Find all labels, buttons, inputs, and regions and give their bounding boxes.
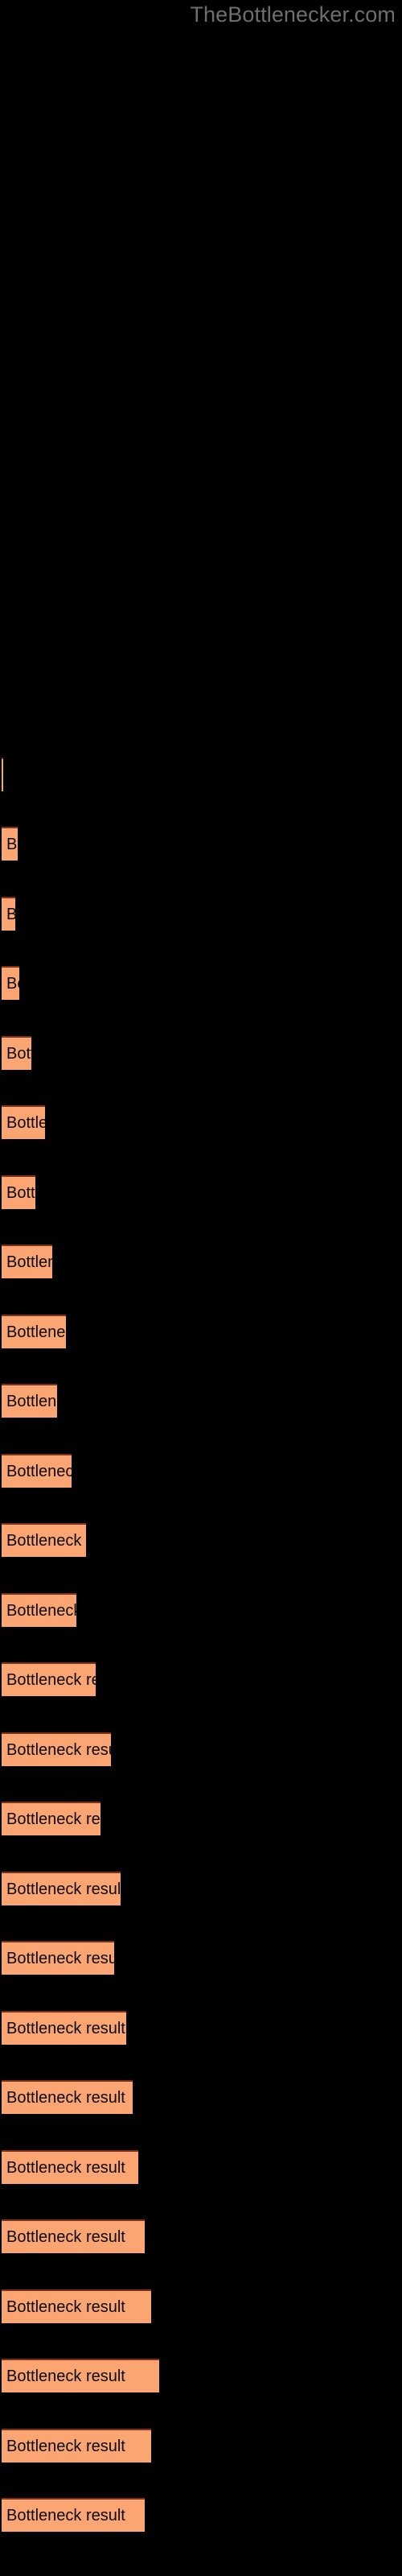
bar[interactable]: Bottleneck result <box>2 2498 145 2532</box>
bar-label: Bottleneck result <box>6 2020 125 2037</box>
bar-label: Bottleneck result <box>6 1114 45 1132</box>
bar[interactable]: Bottleneck result <box>2 1872 121 1905</box>
bar-label: Bottleneck result <box>6 1532 86 1550</box>
bar[interactable]: Bottleneck result <box>2 2219 145 2253</box>
bar[interactable]: Bottleneck result <box>2 1802 100 1835</box>
bar[interactable]: Bottleneck result <box>2 1523 86 1557</box>
bar[interactable]: Bottleneck result <box>2 2429 151 2462</box>
bar-label: Bottleneck result <box>6 1184 35 1202</box>
bar-label: Bottleneck result <box>6 1602 76 1620</box>
bar-label: Bottleneck result <box>6 2438 125 2455</box>
bar-label: Bottleneck result <box>6 2298 125 2316</box>
bar[interactable]: Bottleneck result <box>2 2289 151 2323</box>
bar-label: Bottleneck result <box>6 1880 121 1898</box>
bar-label: Bottleneck result <box>6 2089 125 2107</box>
bar[interactable]: Bottleneck result <box>2 827 18 861</box>
bar[interactable]: Bottleneck result <box>2 2150 138 2184</box>
bar-label: Bottleneck result <box>6 836 18 853</box>
bar[interactable]: Bottleneck result <box>2 1315 66 1348</box>
bar[interactable]: Bottleneck result <box>2 1036 31 1070</box>
bar-label: Bottleneck result <box>6 1741 111 1759</box>
bar-label: Bottleneck result <box>6 1253 52 1271</box>
bar[interactable]: Bottleneck result <box>2 1175 35 1209</box>
bar-label: Bottleneck result <box>6 2228 125 2246</box>
bottleneck-bar-chart: Bottleneck result Bottleneck result Bottle… <box>0 0 402 2576</box>
bar-label: Bottleneck result <box>6 2368 125 2385</box>
page-root: TheBottlenecker.com Bottleneck resultBot… <box>0 0 402 2576</box>
bar[interactable]: Bottleneck result <box>2 897 15 931</box>
bar-label: Bottleneck result <box>6 1810 100 1828</box>
bar[interactable]: Bottleneck result <box>2 1245 52 1278</box>
bar-label: Bottleneck result <box>6 1950 114 1967</box>
bar-label: Bottleneck result <box>6 975 19 993</box>
bar[interactable]: Bottleneck result <box>2 1941 114 1975</box>
bar-label: Bottleneck result <box>6 1463 72 1480</box>
bar-label: Bottleneck result <box>6 1393 57 1410</box>
bar[interactable]: Bottleneck result <box>2 2011 126 2045</box>
bar-label: Bottleneck result <box>6 2159 125 2177</box>
bar[interactable]: Bottleneck result <box>2 1593 76 1627</box>
bar[interactable]: Bottleneck result <box>2 2080 133 2114</box>
bar[interactable]: Bottleneck result <box>2 2359 159 2392</box>
bar-label: Bottleneck result <box>6 1323 66 1341</box>
bar[interactable]: Bottleneck result <box>2 1105 45 1139</box>
bar[interactable]: Bottleneck result <box>2 966 19 1000</box>
bar[interactable]: Bottleneck result <box>2 758 3 791</box>
bar[interactable]: Bottleneck result <box>2 1662 96 1696</box>
bar[interactable]: Bottleneck result <box>2 1384 57 1418</box>
bar[interactable]: Bottleneck result <box>2 1454 72 1488</box>
bar-label: Bottleneck result <box>6 1045 31 1063</box>
bar[interactable]: Bottleneck result <box>2 1732 111 1766</box>
bar-label: Bottleneck result <box>6 2507 125 2524</box>
bar-label: Bottleneck result <box>6 906 15 923</box>
bar-label: Bottleneck result <box>6 1671 96 1689</box>
